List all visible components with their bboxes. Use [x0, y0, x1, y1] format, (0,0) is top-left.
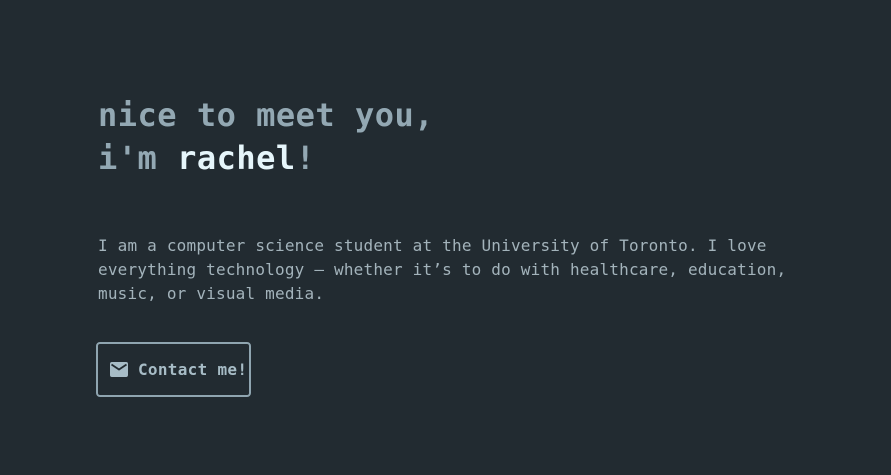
mail-icon: [110, 362, 128, 377]
bio-paragraph: I am a computer science student at the U…: [98, 236, 787, 303]
contact-label: Contact me!: [138, 360, 248, 379]
name-highlight: rachel: [177, 139, 296, 177]
name-line: i'm rachel!: [98, 137, 798, 180]
greeting-line: nice to meet you,: [98, 96, 435, 134]
exclaim-mark: !: [295, 139, 316, 177]
headline: nice to meet you, i'm rachel!: [98, 94, 798, 180]
hero-section: nice to meet you, i'm rachel! I am a com…: [98, 94, 798, 306]
intro-prefix: i'm: [98, 139, 178, 177]
contact-button[interactable]: Contact me!: [96, 342, 251, 397]
